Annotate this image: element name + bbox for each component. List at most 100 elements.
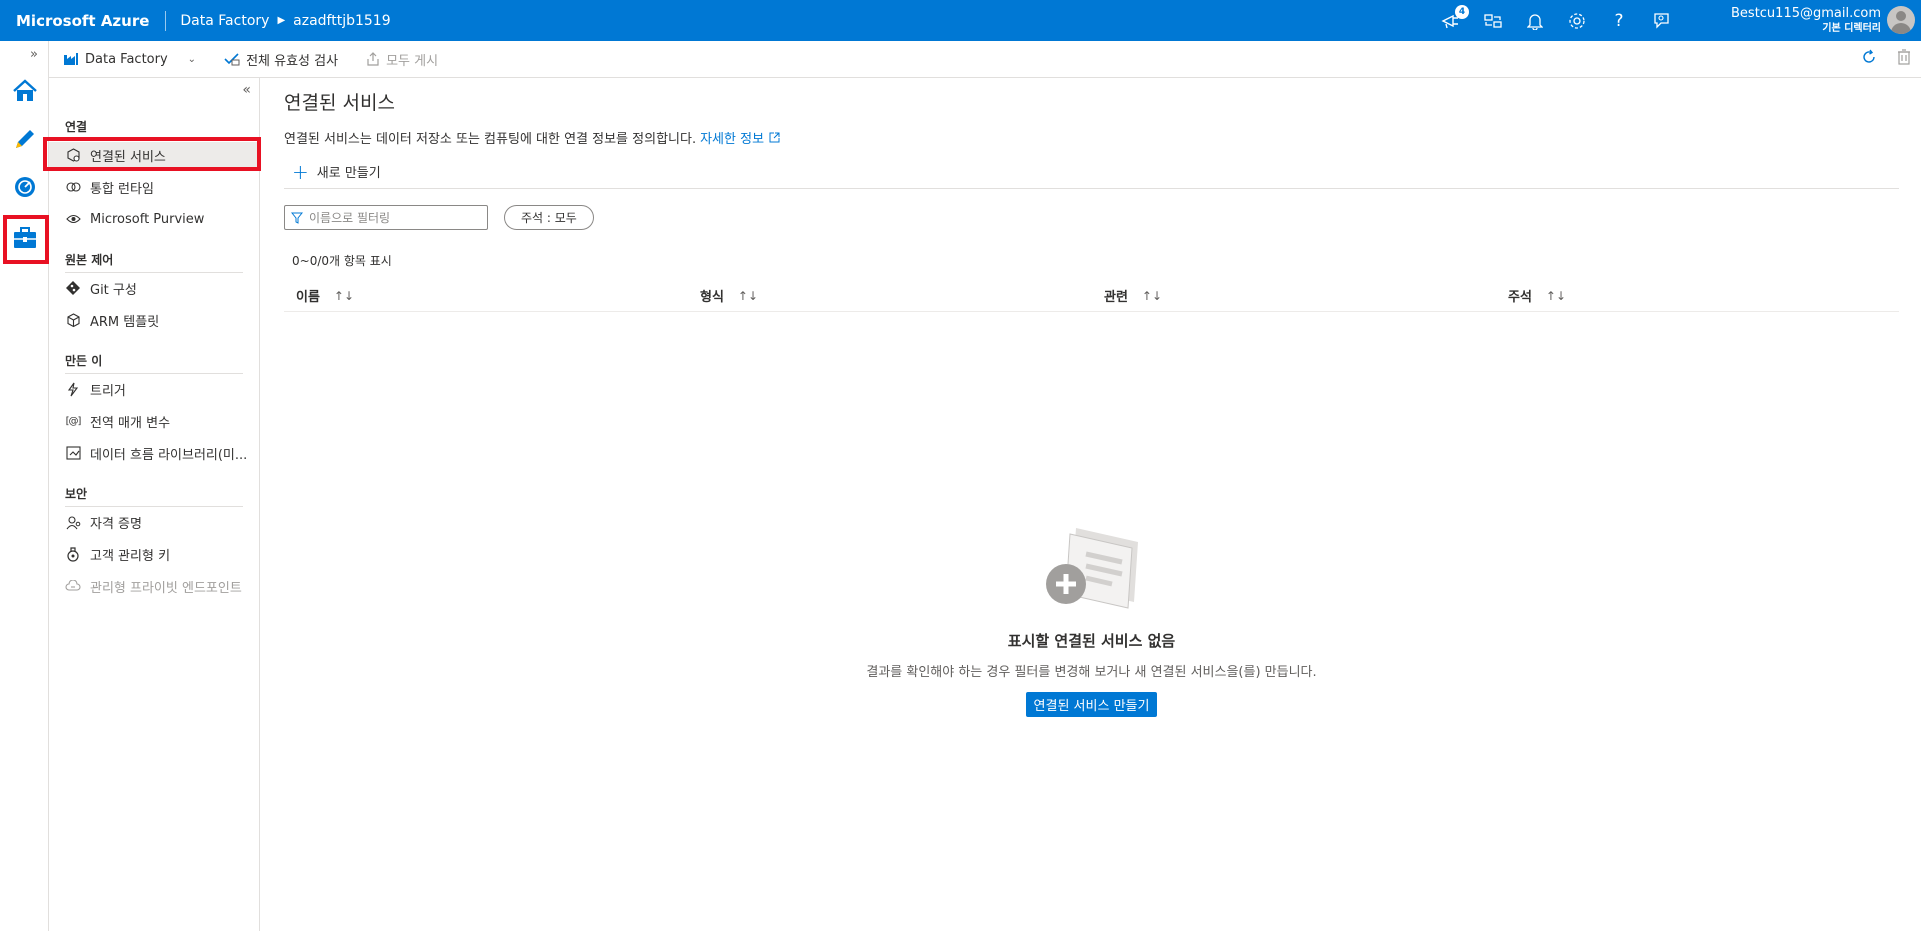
customer-key-icon bbox=[65, 546, 81, 562]
command-bar: Data Factory ⌄ 전체 유효성 검사 모두 게시 bbox=[49, 41, 1921, 78]
nav-item-label: 전역 매개 변수 bbox=[90, 415, 171, 431]
sort-icon: ↑↓ bbox=[737, 288, 759, 303]
brand-title[interactable]: Microsoft Azure bbox=[0, 10, 167, 31]
empty-state: 표시할 연결된 서비스 없음 결과를 확인해야 하는 경우 필터를 변경해 보거… bbox=[284, 630, 1899, 717]
column-label: 형식 bbox=[700, 290, 724, 305]
git-icon bbox=[65, 280, 81, 296]
column-header-name[interactable]: 이름 ↑↓ bbox=[296, 286, 355, 306]
user-email: Bestcu115@gmail.com bbox=[1731, 6, 1881, 21]
publish-all-button[interactable]: 모두 게시 bbox=[352, 41, 452, 78]
notification-count-badge: 4 bbox=[1455, 4, 1469, 19]
expand-rail-icon[interactable]: » bbox=[30, 47, 38, 62]
new-button[interactable]: + 새로 만들기 bbox=[292, 159, 381, 184]
plus-icon: + bbox=[292, 159, 309, 184]
empty-state-illustration bbox=[1046, 528, 1138, 609]
nav-item-purview[interactable]: Microsoft Purview bbox=[65, 206, 255, 232]
factory-selector[interactable]: Data Factory ⌄ bbox=[49, 41, 210, 78]
filter-icon bbox=[291, 212, 303, 224]
column-header-related[interactable]: 관련 ↑↓ bbox=[1104, 286, 1163, 306]
nav-item-arm-template[interactable]: ARM 템플릿 bbox=[65, 307, 255, 333]
nav-item-label: 통합 런타임 bbox=[90, 181, 154, 197]
learn-more-label: 자세한 정보 bbox=[700, 132, 765, 147]
nav-item-dataflow-library[interactable]: 데이터 흐름 라이브러리(미... bbox=[65, 440, 255, 466]
sort-icon: ↑↓ bbox=[1545, 288, 1567, 303]
whats-new-icon[interactable]: 4 bbox=[1441, 4, 1469, 31]
page-description: 연결된 서비스는 데이터 저장소 또는 컴퓨팅에 대한 연결 정보를 정의합니다… bbox=[284, 128, 780, 147]
nav-item-global-parameters[interactable]: [@] 전역 매개 변수 bbox=[65, 408, 255, 434]
validate-all-button[interactable]: 전체 유효성 검사 bbox=[210, 41, 352, 78]
discard-icon[interactable] bbox=[1897, 49, 1911, 69]
sort-icon: ↑↓ bbox=[333, 288, 355, 303]
manage-side-nav: « 연결 연결된 서비스 통합 런타임 Microsoft Purview 원본… bbox=[43, 78, 261, 931]
nav-item-label: 데이터 흐름 라이브러리(미... bbox=[90, 447, 248, 463]
breadcrumb: Data Factory ▶ azadfttjb1519 bbox=[166, 13, 390, 29]
column-label: 관련 bbox=[1104, 290, 1128, 305]
name-filter-input[interactable] bbox=[309, 210, 479, 225]
purview-eye-icon bbox=[65, 211, 81, 227]
new-button-label: 새로 만들기 bbox=[316, 166, 381, 181]
feedback-icon[interactable] bbox=[1651, 11, 1671, 31]
trigger-icon bbox=[65, 381, 81, 397]
external-link-icon bbox=[769, 132, 780, 143]
user-account[interactable]: Bestcu115@gmail.com 기본 디렉터리 bbox=[1731, 6, 1881, 36]
top-icon-group: 4 ? bbox=[1441, 0, 1671, 41]
factory-label: Data Factory bbox=[85, 51, 168, 67]
description-text: 연결된 서비스는 데이터 저장소 또는 컴퓨팅에 대한 연결 정보를 정의합니다… bbox=[284, 132, 697, 147]
nav-item-customer-managed-key[interactable]: 고객 관리형 키 bbox=[65, 541, 255, 567]
nav-item-label: ARM 템플릿 bbox=[90, 314, 160, 330]
nav-item-label: Git 구성 bbox=[90, 282, 137, 298]
avatar[interactable] bbox=[1887, 6, 1915, 34]
refresh-icon[interactable] bbox=[1861, 49, 1877, 69]
manage-highlight-box bbox=[3, 215, 49, 264]
nav-item-credentials[interactable]: 자격 증명 bbox=[65, 509, 255, 535]
sort-icon: ↑↓ bbox=[1141, 288, 1163, 303]
create-linked-service-button[interactable]: 연결된 서비스 만들기 bbox=[1025, 692, 1158, 717]
nav-item-git-configuration[interactable]: Git 구성 bbox=[65, 275, 255, 301]
nav-item-integration-runtimes[interactable]: 통합 런타임 bbox=[65, 174, 255, 200]
section-author: 만든 이 bbox=[65, 352, 243, 374]
publish-all-label: 모두 게시 bbox=[386, 53, 439, 69]
top-bar: Microsoft Azure Data Factory ▶ azadfttjb… bbox=[0, 0, 1921, 41]
publish-icon bbox=[367, 52, 379, 66]
learn-more-link[interactable]: 자세한 정보 bbox=[700, 128, 780, 147]
annotation-filter-pill[interactable]: 주석 : 모두 bbox=[504, 205, 594, 230]
breadcrumb-separator-icon: ▶ bbox=[277, 15, 286, 26]
linked-services-highlight-box bbox=[43, 137, 261, 171]
page-title: 연결된 서비스 bbox=[284, 92, 395, 114]
help-icon[interactable]: ? bbox=[1609, 11, 1629, 31]
user-directory: 기본 디렉터리 bbox=[1822, 23, 1881, 34]
bell-icon[interactable] bbox=[1525, 11, 1545, 31]
name-filter-box[interactable] bbox=[284, 205, 488, 230]
arm-template-icon bbox=[65, 312, 81, 328]
credential-icon bbox=[65, 514, 81, 530]
global-parameter-icon: [@] bbox=[65, 415, 82, 427]
collapse-nav-icon[interactable]: « bbox=[242, 82, 251, 98]
author-pencil-icon[interactable] bbox=[8, 122, 42, 156]
column-header-annotations[interactable]: 주석 ↑↓ bbox=[1508, 286, 1567, 306]
column-label: 이름 bbox=[296, 290, 320, 305]
section-source-control: 원본 제어 bbox=[65, 251, 243, 273]
table-header: 이름 ↑↓ 형식 ↑↓ 관련 ↑↓ 주석 ↑↓ bbox=[284, 276, 1899, 312]
column-label: 주석 bbox=[1508, 290, 1532, 305]
section-security: 보안 bbox=[65, 485, 243, 507]
column-header-type[interactable]: 형식 ↑↓ bbox=[700, 286, 759, 306]
factory-icon bbox=[64, 53, 78, 65]
command-bar-right bbox=[1861, 49, 1911, 69]
chevron-down-icon: ⌄ bbox=[187, 53, 197, 65]
divider bbox=[284, 188, 1899, 189]
nav-item-label: 자격 증명 bbox=[90, 516, 142, 532]
validate-all-label: 전체 유효성 검사 bbox=[246, 53, 339, 69]
switch-directory-icon[interactable] bbox=[1483, 11, 1503, 31]
dataflow-library-icon bbox=[65, 445, 81, 461]
breadcrumb-item-data-factory[interactable]: Data Factory bbox=[180, 13, 269, 29]
gear-icon[interactable] bbox=[1567, 11, 1587, 31]
nav-item-managed-private-endpoints[interactable]: 관리형 프라이빗 엔드포인트 bbox=[65, 573, 255, 599]
nav-item-triggers[interactable]: 트리거 bbox=[65, 376, 255, 402]
monitor-gauge-icon[interactable] bbox=[8, 170, 42, 204]
item-count: 0~0/0개 항목 표시 bbox=[292, 254, 392, 268]
breadcrumb-item-factory-name[interactable]: azadfttjb1519 bbox=[293, 13, 390, 29]
home-icon[interactable] bbox=[8, 74, 42, 108]
empty-state-subtitle: 결과를 확인해야 하는 경우 필터를 변경해 보거나 새 연결된 서비스을(를)… bbox=[866, 665, 1317, 680]
main-content: 연결된 서비스 연결된 서비스는 데이터 저장소 또는 컴퓨팅에 대한 연결 정… bbox=[284, 78, 1899, 931]
private-endpoint-icon bbox=[65, 578, 81, 594]
